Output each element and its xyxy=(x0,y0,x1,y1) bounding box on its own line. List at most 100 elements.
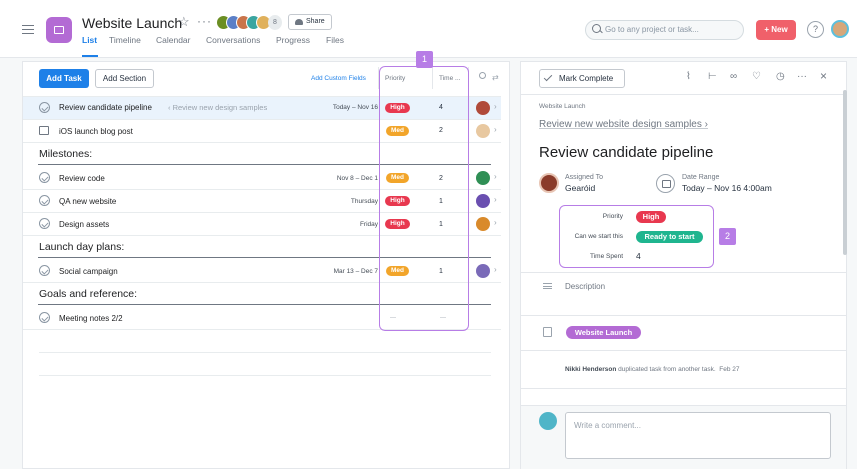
project-pill[interactable]: Website Launch xyxy=(566,326,641,339)
section-title[interactable]: Launch day plans: xyxy=(39,241,124,253)
project-list-icon xyxy=(46,17,72,43)
assignee-name[interactable]: Gearóid xyxy=(565,183,595,193)
task-name[interactable]: Meeting notes 2/2 xyxy=(59,314,123,323)
status-badge[interactable]: Ready to start xyxy=(636,231,703,243)
avatar[interactable] xyxy=(476,194,490,208)
link-icon[interactable]: ∞ xyxy=(730,71,737,82)
timer-icon[interactable]: ◷ xyxy=(776,71,785,82)
chevron-right-icon[interactable]: › xyxy=(494,195,497,204)
sort-icon[interactable]: ⇄ xyxy=(492,73,499,82)
chevron-right-icon[interactable]: › xyxy=(494,102,497,111)
tab-calendar[interactable]: Calendar xyxy=(156,35,191,45)
search-icon xyxy=(592,24,601,33)
toolbar-divider xyxy=(521,94,846,95)
member-count[interactable]: 8 xyxy=(268,15,282,30)
row-divider xyxy=(39,375,491,376)
menu-icon[interactable] xyxy=(22,25,34,34)
avatar[interactable] xyxy=(476,264,490,278)
subtask-icon[interactable]: ⊢ xyxy=(708,71,717,82)
priority-badge[interactable]: High xyxy=(636,211,666,223)
avatar[interactable] xyxy=(476,171,490,185)
task-name[interactable]: Review code xyxy=(59,174,105,183)
share-button[interactable]: Share xyxy=(288,14,332,30)
section-divider xyxy=(521,350,846,351)
complete-checkbox[interactable] xyxy=(39,312,50,323)
complete-checkbox[interactable] xyxy=(39,102,50,113)
description-field[interactable]: Description xyxy=(565,282,605,291)
task-date: Friday xyxy=(359,221,378,228)
tab-progress[interactable]: Progress xyxy=(276,35,310,45)
add-custom-fields-link[interactable]: Add Custom Fields xyxy=(311,75,366,82)
field-label-start: Can we start this xyxy=(574,233,623,240)
chevron-right-icon[interactable]: › xyxy=(494,125,497,134)
section-title[interactable]: Goals and reference: xyxy=(39,288,137,300)
help-icon[interactable]: ? xyxy=(807,21,824,38)
time-spent-value[interactable]: 4 xyxy=(636,251,641,261)
avatar xyxy=(539,412,557,430)
field-label-priority: Priority xyxy=(602,213,623,220)
project-icon xyxy=(543,327,552,337)
task-date: Mar 13 – Dec 7 xyxy=(333,268,378,275)
task-name[interactable]: Review candidate pipeline xyxy=(59,103,152,112)
star-icon[interactable]: ☆ xyxy=(178,14,190,30)
document-icon xyxy=(39,126,49,135)
assigned-label: Assigned To xyxy=(565,174,604,181)
active-tab-indicator xyxy=(82,55,98,57)
row-divider xyxy=(39,352,491,353)
complete-checkbox[interactable] xyxy=(39,218,50,229)
assignee-column-icon[interactable] xyxy=(479,72,486,79)
breadcrumb[interactable]: Website Launch xyxy=(539,103,586,110)
mark-complete-button[interactable]: Mark Complete xyxy=(539,69,625,88)
user-avatar[interactable] xyxy=(831,20,849,38)
field-label-time: Time Spent xyxy=(590,253,623,260)
task-title[interactable]: Review candidate pipeline xyxy=(539,144,713,161)
more-icon[interactable]: ··· xyxy=(197,14,212,28)
avatar[interactable] xyxy=(539,173,559,193)
parent-task-link[interactable]: ‹ Review new design samples xyxy=(168,103,267,112)
annotation-label-2: 2 xyxy=(719,228,736,245)
tab-files[interactable]: Files xyxy=(326,35,344,45)
avatar[interactable] xyxy=(476,217,490,231)
comment-input[interactable]: Write a comment... xyxy=(565,412,831,459)
complete-checkbox[interactable] xyxy=(39,265,50,276)
avatar[interactable] xyxy=(476,124,490,138)
story-text: duplicated task from another task. xyxy=(616,366,716,373)
story-author[interactable]: Nikki Henderson xyxy=(565,366,616,373)
like-icon[interactable]: ♡ xyxy=(752,71,761,82)
task-date: Thursday xyxy=(350,198,378,205)
description-icon xyxy=(543,283,552,289)
complete-checkbox[interactable] xyxy=(39,172,50,183)
story-date: Feb 27 xyxy=(719,366,740,373)
task-date: Today – Nov 16 xyxy=(332,104,378,111)
new-button[interactable]: + New xyxy=(756,20,796,40)
task-name[interactable]: Design assets xyxy=(59,220,109,229)
calendar-icon[interactable] xyxy=(656,174,675,193)
avatar[interactable] xyxy=(476,101,490,115)
parent-task-link[interactable]: Review new website design samples › xyxy=(539,119,708,130)
section-divider xyxy=(521,388,846,389)
scrollbar[interactable] xyxy=(843,90,847,255)
task-name[interactable]: Social campaign xyxy=(59,267,118,276)
section-divider xyxy=(521,272,846,273)
date-range-label: Date Range xyxy=(682,174,720,181)
task-name[interactable]: iOS launch blog post xyxy=(59,127,133,136)
chevron-right-icon[interactable]: › xyxy=(494,265,497,274)
complete-checkbox[interactable] xyxy=(39,195,50,206)
tab-timeline[interactable]: Timeline xyxy=(109,35,141,45)
more-icon[interactable]: ··· xyxy=(797,71,807,82)
search-placeholder: Go to any project or task... xyxy=(605,25,699,34)
section-title[interactable]: Milestones: xyxy=(39,148,92,160)
project-title[interactable]: Website Launch xyxy=(82,15,182,31)
chevron-right-icon[interactable]: › xyxy=(494,218,497,227)
add-section-button[interactable]: Add Section xyxy=(95,69,154,88)
chevron-right-icon[interactable]: › xyxy=(494,172,497,181)
tab-list[interactable]: List xyxy=(82,35,97,45)
annotation-label-1: 1 xyxy=(416,51,433,68)
attachment-icon[interactable]: ⌇ xyxy=(686,71,691,82)
task-name[interactable]: QA new website xyxy=(59,197,116,206)
add-task-button[interactable]: Add Task xyxy=(39,69,89,88)
close-icon[interactable]: × xyxy=(820,69,827,83)
section-divider xyxy=(521,315,846,316)
date-range-value[interactable]: Today – Nov 16 4:00am xyxy=(682,183,772,193)
tab-conversations[interactable]: Conversations xyxy=(206,35,260,45)
